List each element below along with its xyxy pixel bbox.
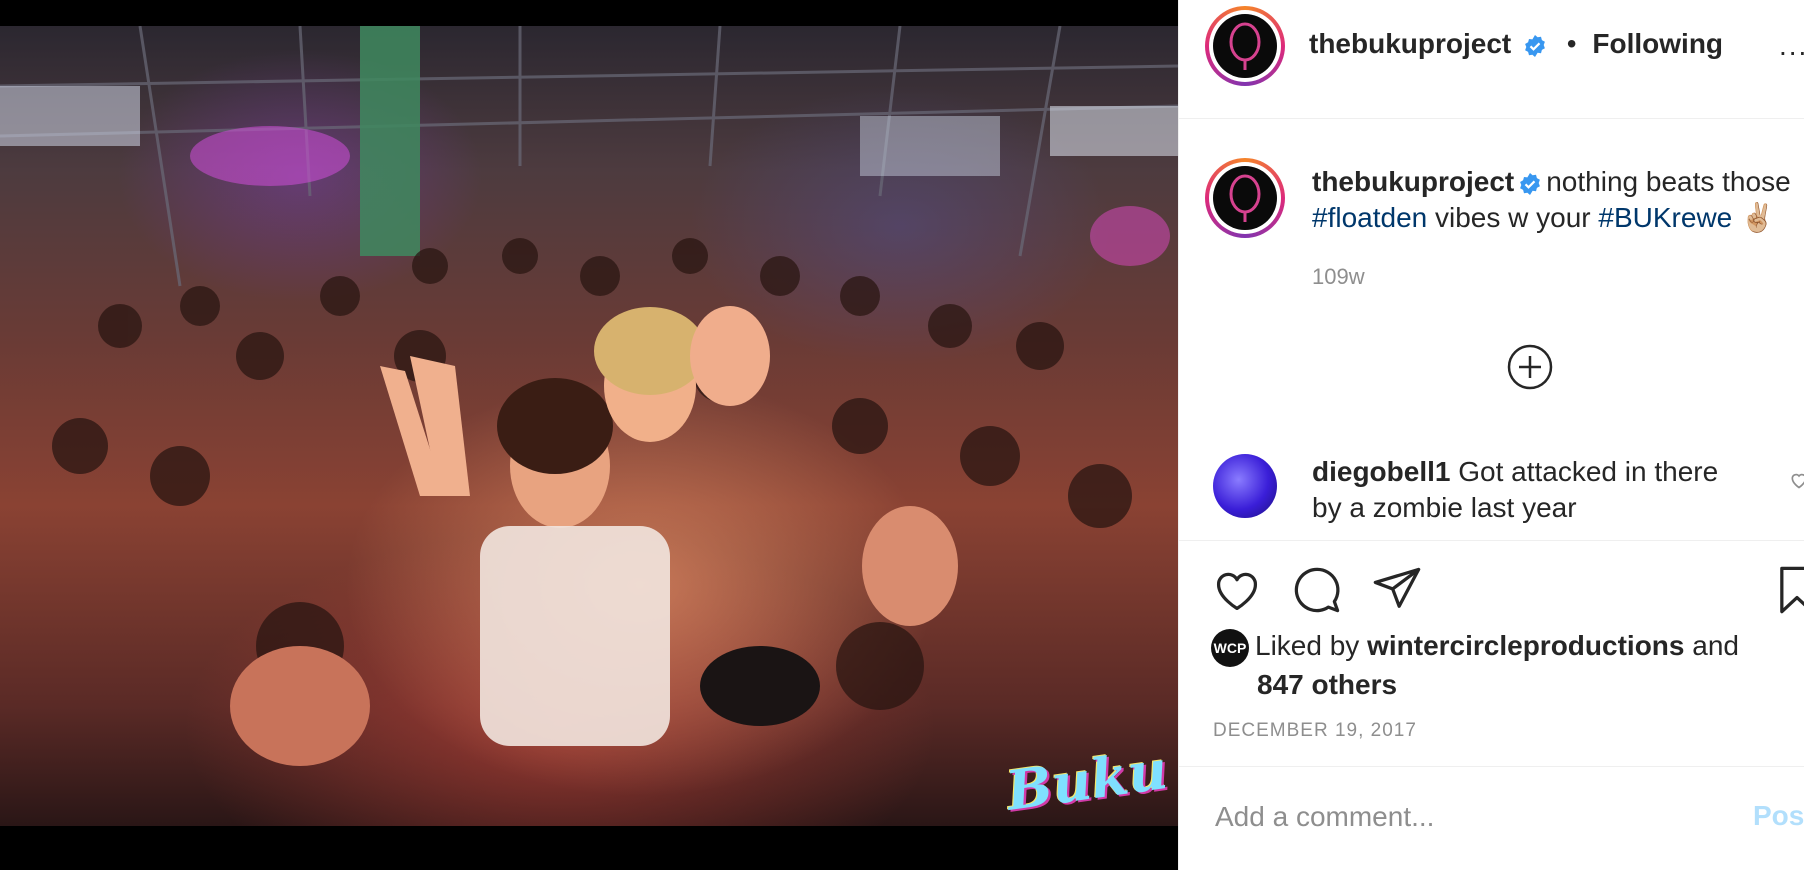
post-header-line: thebukuproject • Following [1309, 28, 1723, 60]
hashtag-link-floatden[interactable]: #floatden [1312, 202, 1427, 233]
load-more-comments-plus-icon[interactable] [1506, 343, 1554, 391]
post-actions-section: WCP Liked by wintercircleproductions and … [1179, 540, 1804, 767]
comment-like-heart-icon[interactable] [1789, 470, 1804, 490]
caption-username[interactable]: thebukuproject [1312, 166, 1514, 197]
liked-by-conjunction: and [1692, 630, 1739, 661]
liker-avatar[interactable]: WCP [1211, 628, 1249, 667]
post-comment-button[interactable]: Post [1753, 800, 1804, 832]
post-media-pane: Buku [0, 0, 1178, 870]
more-options-icon[interactable]: ... [1779, 30, 1804, 62]
following-button[interactable]: Following [1592, 28, 1723, 59]
caption-text-part2: vibes w your [1435, 202, 1591, 233]
save-bookmark-icon[interactable] [1771, 564, 1804, 616]
crowd-photo-illustration [0, 26, 1178, 766]
profile-avatar[interactable] [1205, 6, 1285, 86]
post-side-panel: thebukuproject • Following ... thebukupr… [1178, 0, 1804, 870]
header-separator: • [1566, 28, 1577, 59]
comment-text-line2: by a zombie last year [1312, 492, 1577, 523]
post-date[interactable]: DECEMBER 19, 2017 [1213, 720, 1417, 742]
add-comment-input[interactable] [1213, 800, 1697, 834]
comment-text-line1: Got attacked in there [1458, 456, 1719, 487]
verified-badge-icon [1525, 34, 1545, 57]
comment-bubble-icon[interactable] [1291, 564, 1343, 616]
caption-timestamp[interactable]: 109w [1312, 264, 1365, 290]
post-header: thebukuproject • Following ... [1179, 0, 1804, 119]
peace-sign-emoji: ✌🏼 [1740, 202, 1775, 233]
roof-beams [0, 26, 1178, 287]
verified-badge-icon [1520, 172, 1541, 195]
like-heart-icon[interactable] [1211, 564, 1263, 616]
comment-text: diegobell1 Got attacked in there by a zo… [1312, 454, 1752, 526]
post-photo[interactable]: Buku [0, 26, 1178, 826]
buku-balloon-icon [1229, 174, 1261, 222]
caption-avatar[interactable] [1205, 158, 1285, 238]
caption-text: thebukuproject nothing beats those #floa… [1312, 164, 1804, 236]
liker-username[interactable]: wintercircleproductions [1367, 630, 1684, 661]
liked-by-others-link[interactable]: 847 others [1257, 669, 1397, 700]
post-caption-section: thebukuproject nothing beats those #floa… [1179, 118, 1804, 541]
liked-by-summary: WCP Liked by wintercircleproductions and … [1211, 628, 1771, 703]
liked-by-prefix: Liked by [1255, 630, 1360, 661]
share-paper-plane-icon[interactable] [1371, 564, 1423, 616]
buku-balloon-icon [1229, 22, 1261, 70]
post-author-username[interactable]: thebukuproject [1309, 28, 1511, 59]
caption-text-part1: nothing beats those [1546, 166, 1791, 197]
commenter-avatar[interactable] [1213, 454, 1277, 518]
commenter-username[interactable]: diegobell1 [1312, 456, 1450, 487]
hashtag-link-bukrewe[interactable]: #BUKrewe [1598, 202, 1732, 233]
